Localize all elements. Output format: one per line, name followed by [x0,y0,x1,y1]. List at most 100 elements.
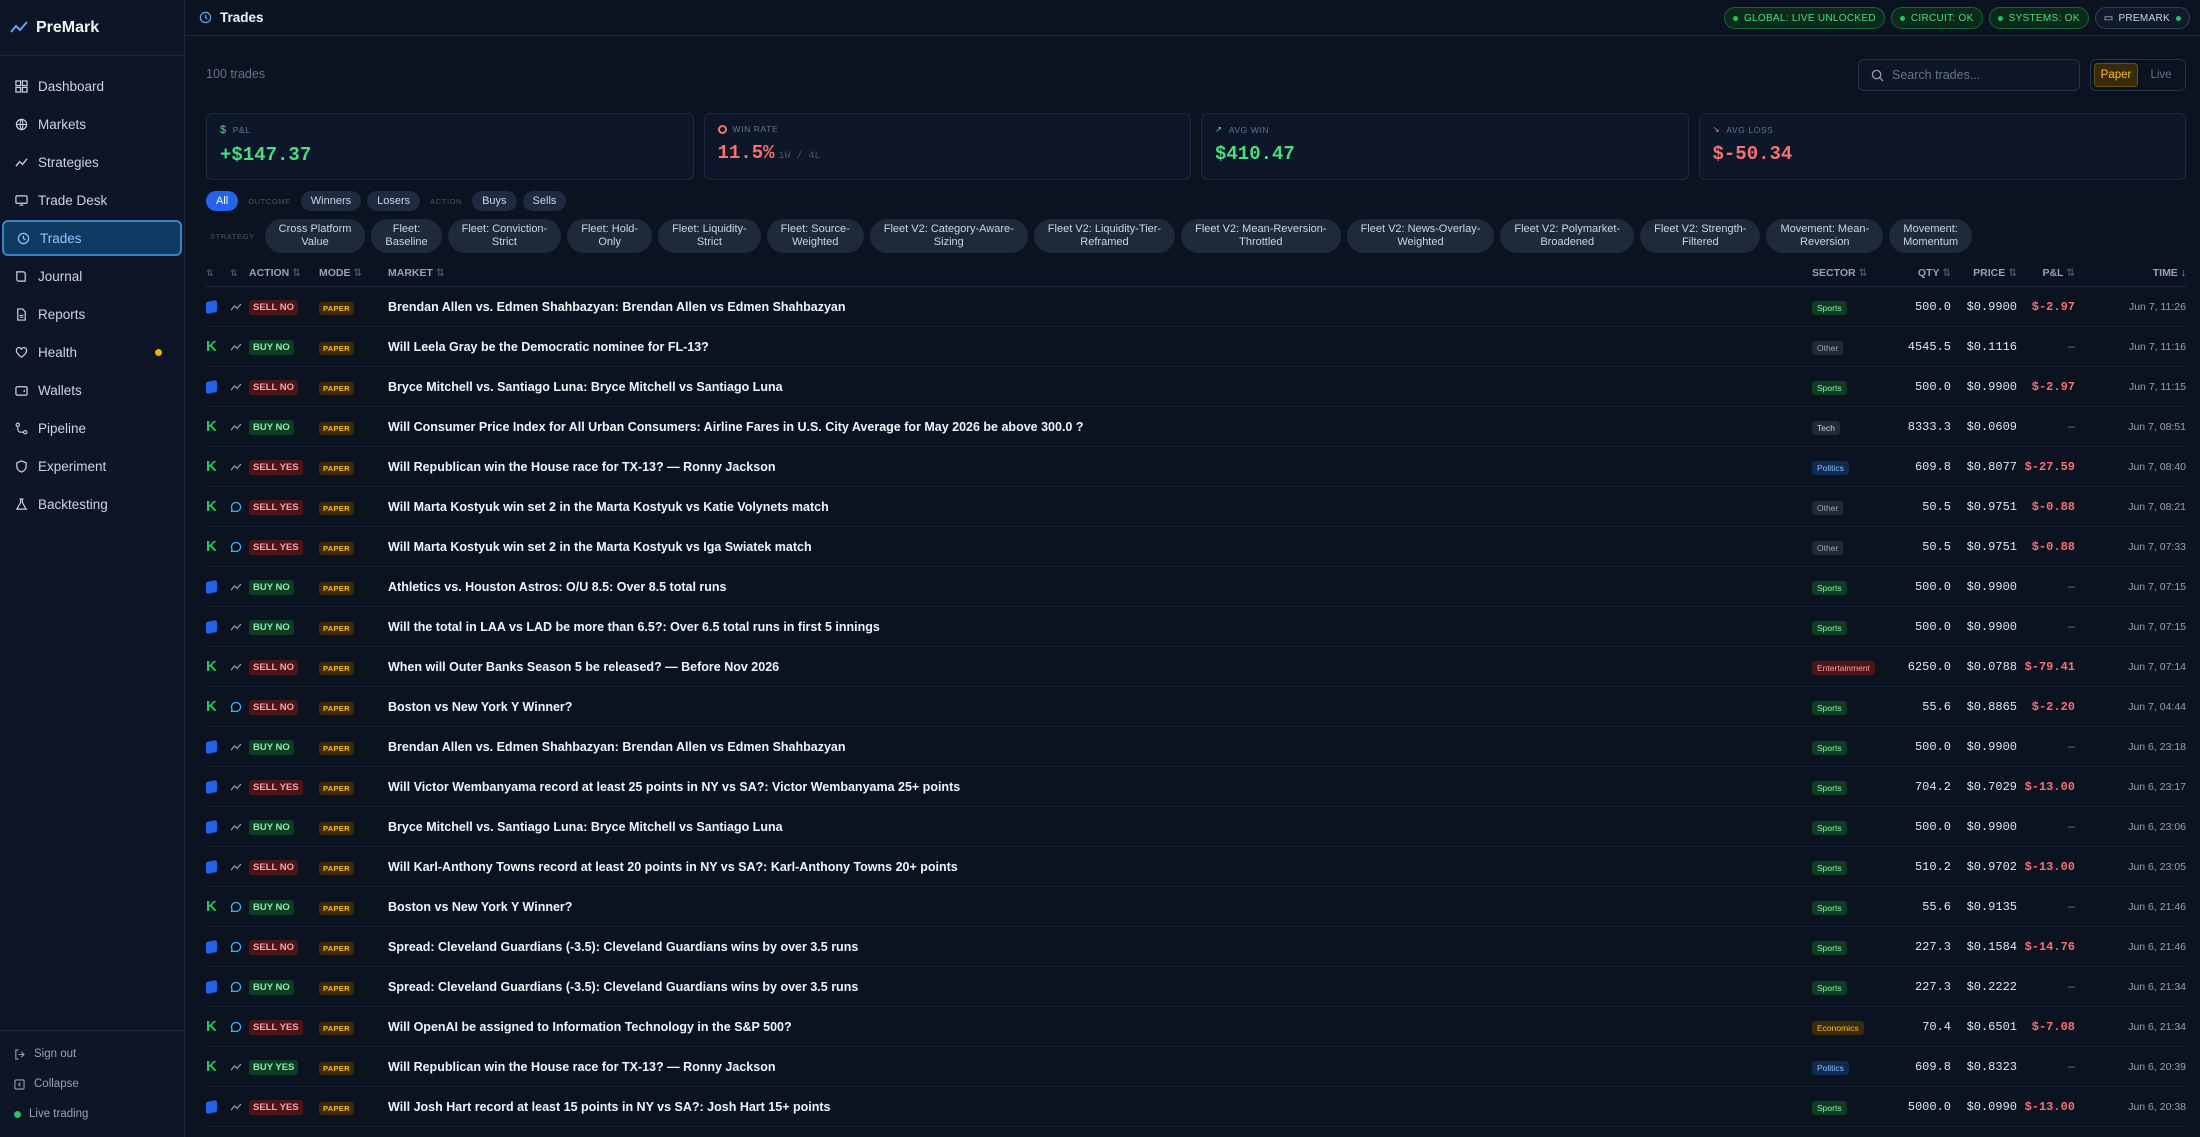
market-name[interactable]: Will Republican win the House race for T… [388,1060,1812,1074]
table-row[interactable]: K SELL YES PAPER Will Marta Kostyuk win set… [206,527,2186,567]
strategy-chip[interactable]: Movement: Momentum [1889,219,1973,253]
pnl-value: — [2067,1059,2075,1074]
sort-type-button[interactable]: ⇅ [230,268,249,279]
filter-sells[interactable]: Sells [522,191,567,211]
strategy-chip[interactable]: Fleet V2: Mean-Reversion- Throttled [1181,219,1341,253]
market-name[interactable]: Will Karl-Anthony Towns record at least … [388,860,1812,874]
table-row[interactable]: SELL YES PAPER Will Victor Wembanyama reco… [206,767,2186,807]
market-name[interactable]: Boston vs New York Y Winner? [388,700,1812,714]
market-name[interactable]: Spread: Cleveland Guardians (-3.5): Clev… [388,980,1812,994]
column-time-label: TIME [2152,267,2178,279]
sidebar-item-markets[interactable]: Markets [2,106,182,142]
sidebar-item-reports[interactable]: Reports [2,296,182,332]
filter-losers[interactable]: Losers [367,191,421,211]
live-mode-button[interactable]: Live [2140,63,2182,87]
market-name[interactable]: Will the total in LAA vs LAD be more tha… [388,620,1812,634]
table-row[interactable]: K SELL NO PAPER When will Outer Banks Seaso… [206,647,2186,687]
sidebar-item-health[interactable]: Health [2,334,182,370]
market-name[interactable]: When will Outer Banks Season 5 be releas… [388,660,1812,674]
sort-source-button[interactable]: ⇅ [206,268,230,279]
column-price[interactable]: PRICE ⇅ [1951,267,2017,279]
paper-mode-button[interactable]: Paper [2094,63,2138,87]
column-mode[interactable]: MODE ⇅ [319,267,388,279]
table-row[interactable]: SELL NO PAPER Bryce Mitchell vs. Santiago … [206,367,2186,407]
table-row[interactable]: BUY NO PAPER Spread: Cleveland Guardians (… [206,967,2186,1007]
sidebar-item-trades[interactable]: Trades [2,220,182,256]
table-row[interactable]: SELL NO PAPER Spread: Cleveland Guardians … [206,927,2186,967]
table-row[interactable]: K SELL YES PAPER Will Republican win the Ho… [206,447,2186,487]
table-row[interactable]: K BUY YES PAPER Will Republican win the Hou… [206,1047,2186,1087]
strategy-chip[interactable]: Movement: Mean- Reversion [1766,219,1884,253]
sidebar-item-dashboard[interactable]: Dashboard [2,68,182,104]
strategy-chip[interactable]: Fleet: Hold- Only [567,219,653,253]
table-row[interactable]: K SELL YES PAPER Will OpenAI be assigned to… [206,1007,2186,1047]
kalshi-logo-icon: K [206,458,217,475]
sidebar-item-wallets[interactable]: Wallets [2,372,182,408]
table-row[interactable]: BUY NO PAPER Athletics vs. Houston Astros:… [206,567,2186,607]
account-badge[interactable]: ▭ PREMARK [2094,7,2190,29]
sidebar-item-backtesting[interactable]: Backtesting [2,486,182,522]
sign-out-button[interactable]: Sign out [0,1039,185,1069]
filter-all[interactable]: All [206,191,239,211]
table-row[interactable]: SELL NO PAPER Brendan Allen vs. Edmen Shah… [206,287,2186,327]
sidebar-item-trade-desk[interactable]: Trade Desk [2,182,182,218]
table-row[interactable]: SELL YES PAPER Will Josh Hart record at le… [206,1087,2186,1127]
column-market[interactable]: MARKET ⇅ [388,267,1812,279]
filter-winners[interactable]: Winners [300,191,362,211]
table-row[interactable]: K BUY NO PAPER Will Consumer Price Index fo… [206,407,2186,447]
market-name[interactable]: Athletics vs. Houston Astros: O/U 8.5: O… [388,580,1812,594]
market-name[interactable]: Bryce Mitchell vs. Santiago Luna: Bryce … [388,820,1812,834]
sidebar-item-strategies[interactable]: Strategies [2,144,182,180]
strategy-chip[interactable]: Fleet V2: Polymarket- Broadened [1500,219,1635,253]
strategy-chip[interactable]: Fleet: Conviction- Strict [447,219,562,253]
strategy-chip[interactable]: Fleet V2: Strength- Filtered [1640,219,1761,253]
table-row[interactable]: K BUY NO PAPER Will Leela Gray be the Democ… [206,327,2186,367]
market-name[interactable]: Will OpenAI be assigned to Information T… [388,1020,1812,1034]
table-row[interactable]: BUY NO PAPER Bryce Mitchell vs. Santiago L… [206,807,2186,847]
market-name[interactable]: Will Consumer Price Index for All Urban … [388,420,1812,434]
table-row[interactable]: BUY NO PAPER Brendan Allen vs. Edmen Shahb… [206,727,2186,767]
column-pnl[interactable]: P&L ⇅ [2017,267,2075,279]
chat-icon [230,981,242,992]
column-action[interactable]: ACTION ⇅ [249,267,319,279]
circuit-status-badge[interactable]: CIRCUIT: OK [1890,7,1983,29]
sidebar-item-pipeline[interactable]: Pipeline [2,410,182,446]
systems-status-badge[interactable]: SYSTEMS: OK [1988,7,2089,29]
strategy-chip[interactable]: Fleet: Source- Weighted [766,219,864,253]
table-row[interactable]: K SELL YES PAPER Will Marta Kostyuk win set… [206,487,2186,527]
column-time[interactable]: TIME ↓ [2075,267,2186,279]
market-name[interactable]: Brendan Allen vs. Edmen Shahbazyan: Bren… [388,740,1812,754]
market-name[interactable]: Will Republican win the House race for T… [388,460,1812,474]
market-name[interactable]: Will Victor Wembanyama record at least 2… [388,780,1812,794]
table-row[interactable]: SELL NO PAPER Will Karl-Anthony Towns reco… [206,847,2186,887]
strategy-chip[interactable]: Fleet: Liquidity- Strict [658,219,761,253]
strategy-chip[interactable]: Fleet V2: Category-Aware- Sizing [869,219,1028,253]
table-row[interactable]: K BUY NO PAPER Boston vs New York Y Winner?… [206,887,2186,927]
collapse-button[interactable]: Collapse [0,1069,185,1099]
time-value: Jun 6, 21:46 [2128,940,2186,953]
market-name[interactable]: Will Marta Kostyuk win set 2 in the Mart… [388,500,1812,514]
strategy-chip[interactable]: Fleet V2: Liquidity-Tier- Reframed [1033,219,1176,253]
search-input[interactable]: Search trades... [1858,59,2080,91]
market-name[interactable]: Bryce Mitchell vs. Santiago Luna: Bryce … [388,380,1812,394]
market-name[interactable]: Will Josh Hart record at least 15 points… [388,1100,1812,1114]
market-name[interactable]: Boston vs New York Y Winner? [388,900,1812,914]
mode-badge: PAPER [319,1101,354,1115]
filter-buys[interactable]: Buys [472,191,517,211]
market-name[interactable]: Spread: Cleveland Guardians (-3.5): Clev… [388,940,1812,954]
strategy-chip[interactable]: Fleet: Baseline [371,219,442,253]
strategy-chip[interactable]: Cross Platform Value [264,219,366,253]
column-qty[interactable]: QTY ⇅ [1898,267,1951,279]
trend-icon [230,743,242,750]
market-name[interactable]: Will Marta Kostyuk win set 2 in the Mart… [388,540,1812,554]
global-status-badge[interactable]: GLOBAL: LIVE UNLOCKED [1723,7,1885,29]
market-name[interactable]: Brendan Allen vs. Edmen Shahbazyan: Bren… [388,300,1812,314]
sidebar-item-experiment[interactable]: Experiment [2,448,182,484]
sidebar-item-journal[interactable]: Journal [2,258,182,294]
table-row[interactable]: K SELL NO PAPER Boston vs New York Y Winner… [206,687,2186,727]
table-row[interactable]: BUY NO PAPER Will the total in LAA vs LAD … [206,607,2186,647]
market-name[interactable]: Will Leela Gray be the Democratic nomine… [388,340,1812,354]
column-sector[interactable]: SECTOR ⇅ [1812,267,1898,279]
brand[interactable]: PreMark [0,0,184,56]
strategy-chip[interactable]: Fleet V2: News-Overlay- Weighted [1346,219,1495,253]
